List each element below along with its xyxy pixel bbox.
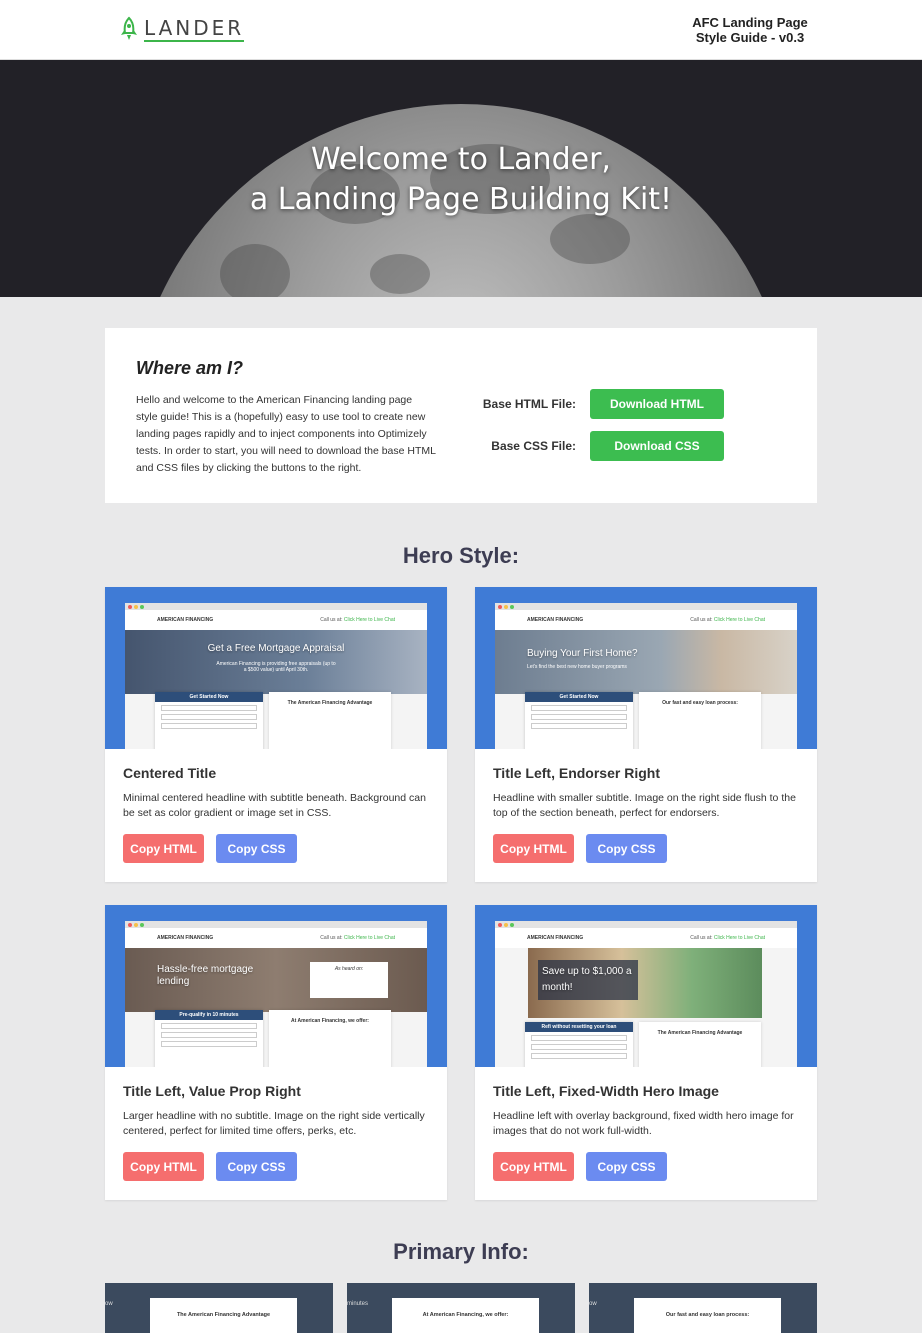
preview-call-label: Call us at: <box>690 617 713 623</box>
preview-headline: Get a Free Mortgage Appraisal <box>207 643 345 654</box>
guide-title-line2: Style Guide - v0.3 <box>695 30 805 45</box>
download-html-row: Base HTML File: Download HTML <box>480 389 724 419</box>
preview-form-head: Refi without resetting your loan <box>525 1022 633 1032</box>
primary-info-thumb[interactable]: ow The American Financing Advantage <box>105 1283 333 1333</box>
copy-html-button[interactable]: Copy HTML <box>123 1152 204 1181</box>
preview-subtitle: Let's find the best new home buyer progr… <box>527 664 627 670</box>
card-title-left-fixed-width-hero: AMERICAN FINANCING Call us at: Click Here… <box>475 905 817 1200</box>
hero-banner: Welcome to Lander, a Landing Page Buildi… <box>0 60 922 297</box>
guide-title: AFC Landing Page Style Guide - v0.3 <box>690 15 810 45</box>
preview-panel: The American Financing Advantage <box>639 1022 761 1067</box>
copy-html-button[interactable]: Copy HTML <box>123 834 204 863</box>
info-panel: Our fast and easy loan process: <box>634 1298 781 1333</box>
preview-call-label: Call us at: <box>690 935 713 941</box>
copy-css-button[interactable]: Copy CSS <box>586 1152 667 1181</box>
card-description: Larger headline with no subtitle. Image … <box>123 1110 425 1137</box>
preview-brand: AMERICAN FINANCING <box>157 934 214 941</box>
hero-style-heading: Hero Style: <box>402 543 520 568</box>
copy-css-button[interactable]: Copy CSS <box>586 834 667 863</box>
preview-chat-link: Click Here to Live Chat <box>713 935 765 941</box>
copy-css-button[interactable]: Copy CSS <box>216 834 297 863</box>
info-panel: The American Financing Advantage <box>150 1298 297 1333</box>
card-title: Centered Title <box>123 765 217 781</box>
css-file-label: Base CSS File: <box>491 439 576 453</box>
card-title: Title Left, Fixed-Width Hero Image <box>493 1083 719 1099</box>
preview-chat-link: Click Here to Live Chat <box>343 617 395 623</box>
preview-panel: The American Financing Advantage <box>269 692 391 749</box>
logo[interactable]: LANDER <box>118 15 245 42</box>
card-preview: AMERICAN FINANCING Call us at: Click Here… <box>475 587 817 749</box>
guide-title-line1: AFC Landing Page <box>692 15 808 30</box>
intro-body: Hello and welcome to the American Financ… <box>136 394 436 474</box>
logo-text: LANDER <box>144 15 245 42</box>
preview-headline: Buying Your First Home? <box>527 648 638 659</box>
card-title-left-endorser-right: AMERICAN FINANCING Call us at: Click Here… <box>475 587 817 882</box>
preview-chat-link: Click Here to Live Chat <box>713 617 765 623</box>
hero-title: Welcome to Lander, a Landing Page Buildi… <box>0 140 922 220</box>
download-css-row: Base CSS File: Download CSS <box>480 431 724 461</box>
preview-call-label: Call us at: <box>320 935 343 941</box>
top-bar: LANDER AFC Landing Page Style Guide - v0… <box>0 0 922 60</box>
browser-mockup: AMERICAN FINANCING Call us at: Click Here… <box>125 603 427 749</box>
info-panel: At American Financing, we offer: <box>392 1298 539 1333</box>
card-centered-title: AMERICAN FINANCING Call us at: Click Here… <box>105 587 447 882</box>
preview-hero: Buying Your First Home? Let's find the b… <box>495 630 797 694</box>
browser-mockup: AMERICAN FINANCING Call us at: Click Here… <box>495 921 797 1067</box>
preview-brand: AMERICAN FINANCING <box>527 934 584 941</box>
download-html-button[interactable]: Download HTML <box>590 389 724 419</box>
html-file-label: Base HTML File: <box>482 397 576 411</box>
preview-panel: Our fast and easy loan process: <box>639 692 761 749</box>
card-description: Minimal centered headline with subtitle … <box>123 792 426 819</box>
card-preview: AMERICAN FINANCING Call us at: Click Here… <box>475 905 817 1067</box>
preview-headline: Save up to $1,000 a month! <box>542 966 632 993</box>
card-preview: AMERICAN FINANCING Call us at: Click Here… <box>105 905 447 1067</box>
browser-mockup: AMERICAN FINANCING Call us at: Click Here… <box>495 603 797 749</box>
preview-hero: Save up to $1,000 a month! <box>495 948 797 1018</box>
info-side-text: ow <box>589 1301 597 1307</box>
preview-headline: Hassle-free mortgage lending <box>157 964 254 987</box>
preview-hero: Get a Free Mortgage Appraisal American F… <box>125 630 427 694</box>
rocket-icon <box>121 16 137 40</box>
preview-endorser-box: As heard on: <box>310 962 388 998</box>
card-preview: AMERICAN FINANCING Call us at: Click Here… <box>105 587 447 749</box>
card-title: Title Left, Endorser Right <box>493 765 660 781</box>
card-description: Headline with smaller subtitle. Image on… <box>493 792 796 819</box>
preview-brand: AMERICAN FINANCING <box>157 616 214 623</box>
intro-heading: Where am I? <box>136 358 244 378</box>
info-side-text: minutes <box>347 1301 369 1307</box>
primary-info-heading: Primary Info: <box>393 1239 529 1264</box>
card-title: Title Left, Value Prop Right <box>123 1083 301 1099</box>
info-side-text: ow <box>105 1301 113 1307</box>
preview-subtitle: American Financing is providing free app… <box>216 661 336 673</box>
download-css-button[interactable]: Download CSS <box>590 431 724 461</box>
preview-brand: AMERICAN FINANCING <box>527 616 584 623</box>
copy-html-button[interactable]: Copy HTML <box>493 834 574 863</box>
preview-call-label: Call us at: <box>320 617 343 623</box>
primary-info-thumb[interactable]: ow Our fast and easy loan process: <box>589 1283 817 1333</box>
intro-card: Where am I? Hello and welcome to the Ame… <box>105 328 817 503</box>
hero-title-line1: Welcome to Lander, <box>311 142 611 177</box>
preview-panel: At American Financing, we offer: <box>269 1010 391 1067</box>
hero-title-line2: a Landing Page Building Kit! <box>249 182 673 217</box>
preview-chat-link: Click Here to Live Chat <box>343 935 395 941</box>
preview-form-head: Get Started Now <box>525 692 633 702</box>
preview-form-head: Pre-qualify in 10 minutes <box>155 1010 263 1020</box>
preview-form-head: Get Started Now <box>155 692 263 702</box>
card-title-left-value-prop-right: AMERICAN FINANCING Call us at: Click Here… <box>105 905 447 1200</box>
preview-hero: Hassle-free mortgage lending As heard on… <box>125 948 427 1012</box>
preview-subtitle: As heard on: <box>334 966 364 972</box>
primary-info-thumb[interactable]: minutes At American Financing, we offer: <box>347 1283 575 1333</box>
copy-css-button[interactable]: Copy CSS <box>216 1152 297 1181</box>
browser-mockup: AMERICAN FINANCING Call us at: Click Here… <box>125 921 427 1067</box>
card-description: Headline left with overlay background, f… <box>493 1110 794 1137</box>
copy-html-button[interactable]: Copy HTML <box>493 1152 574 1181</box>
